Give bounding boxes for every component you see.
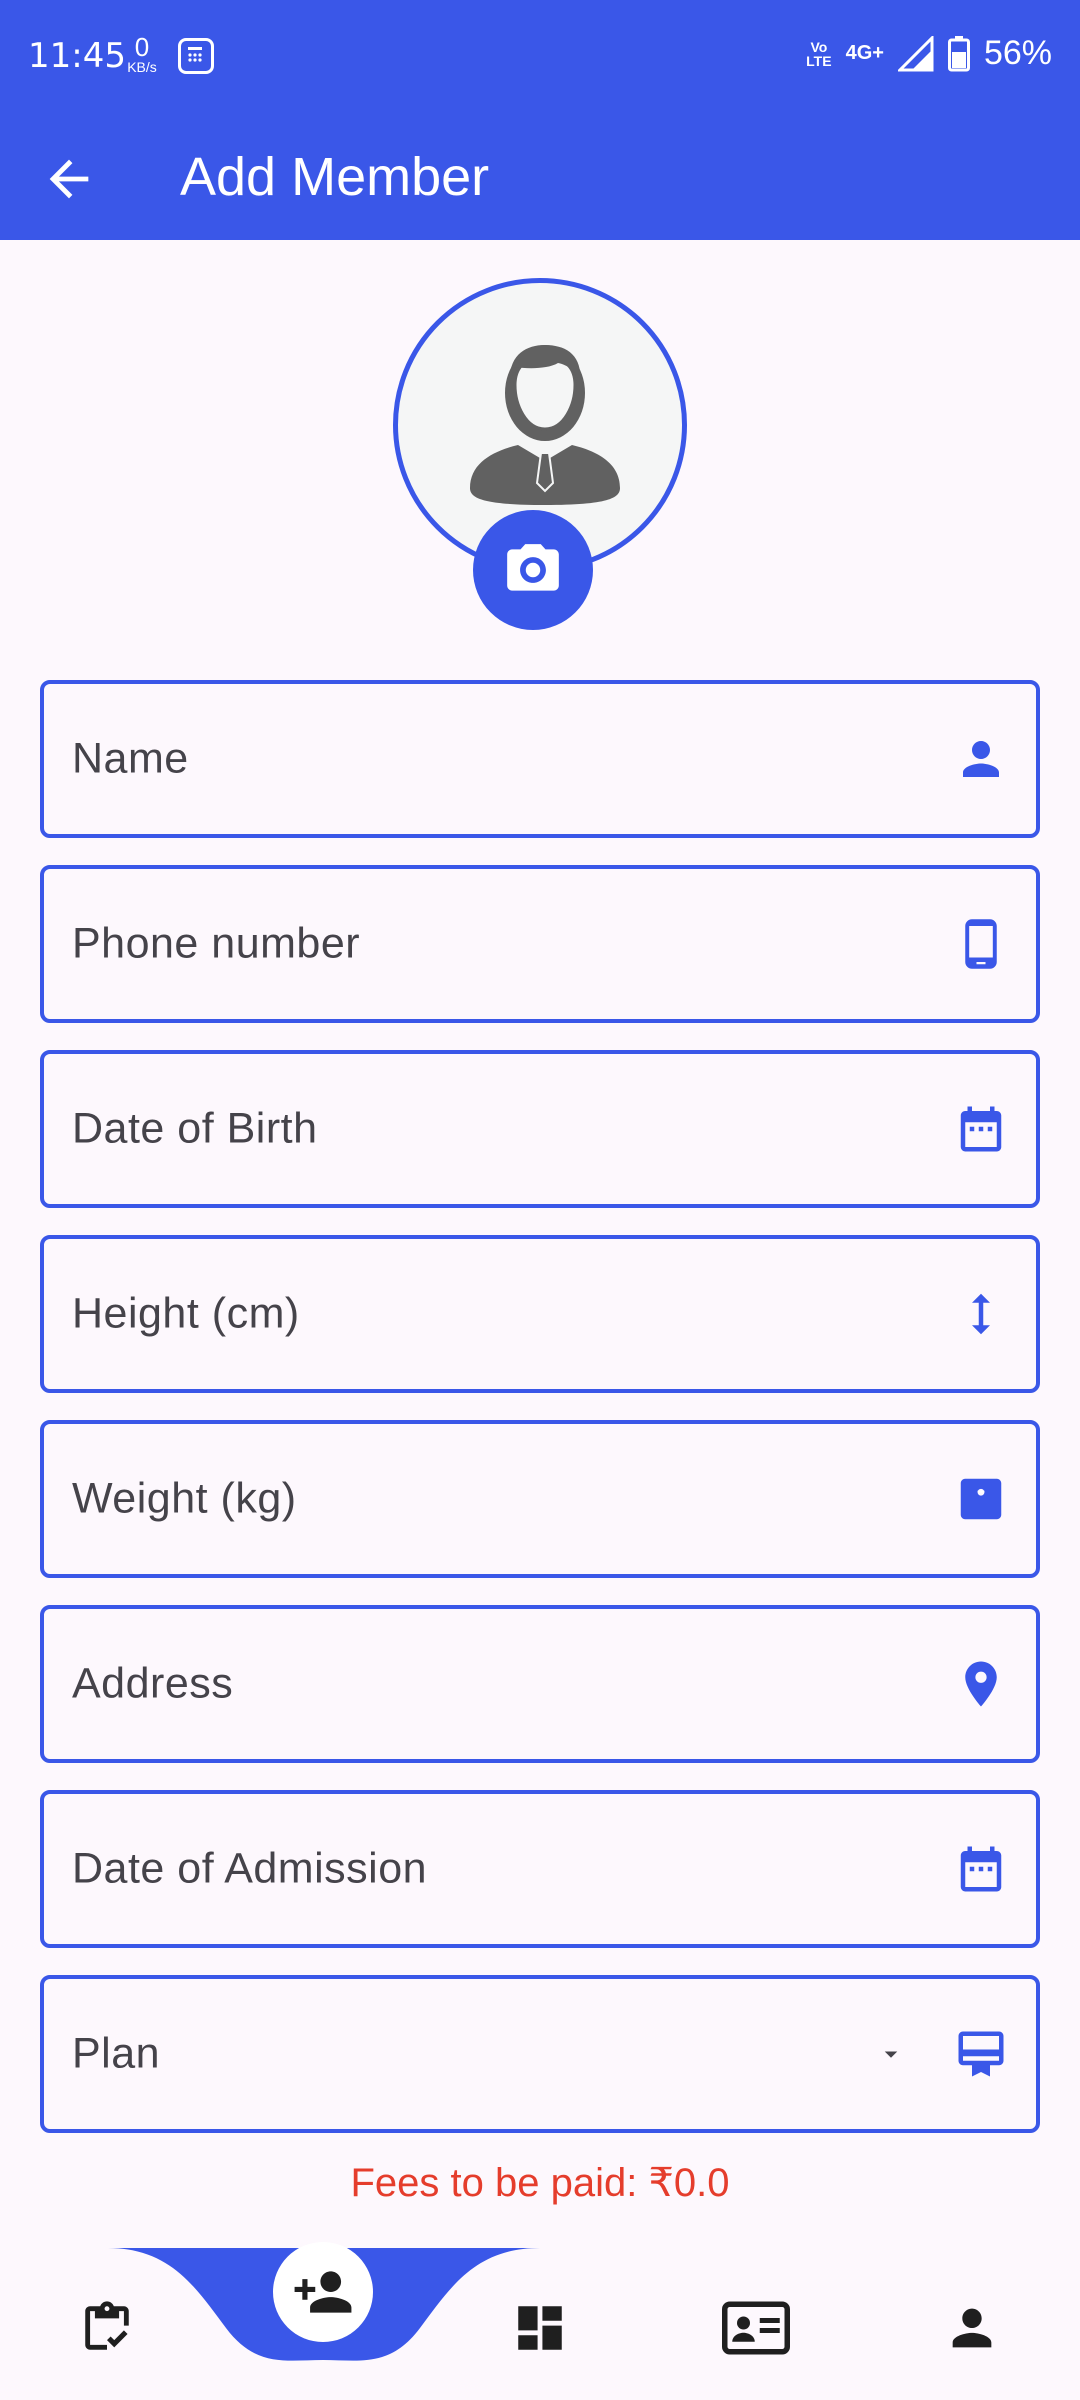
height-icon bbox=[972, 1293, 990, 1335]
person-icon bbox=[952, 2308, 992, 2348]
weight-field[interactable]: Weight (kg) bbox=[40, 1420, 1040, 1578]
fees-to-be-paid: Fees to be paid: ₹0.0 bbox=[350, 2161, 730, 2205]
weight-label: Weight (kg) bbox=[72, 1474, 297, 1523]
phone-number-field[interactable]: Phone number bbox=[40, 865, 1040, 1023]
plan-label: Plan bbox=[72, 2029, 161, 2078]
id-card-icon bbox=[722, 2301, 790, 2355]
person-add-icon bbox=[294, 2271, 352, 2313]
status-bar: 11:45 0 KB/s Vo LTE 4G+ 56% bbox=[0, 0, 1080, 118]
bottom-navigation bbox=[0, 2242, 1080, 2400]
date-of-birth-label: Date of Birth bbox=[72, 1104, 318, 1153]
nav-add-member[interactable] bbox=[273, 2242, 373, 2342]
clipboard-check-icon bbox=[85, 2301, 129, 2350]
volte-icon: Vo LTE bbox=[806, 40, 831, 68]
net-speed-unit: KB/s bbox=[127, 59, 157, 75]
date-of-birth-field[interactable]: Date of Birth bbox=[40, 1050, 1040, 1208]
status-time: 11:45 bbox=[28, 36, 126, 76]
date-of-admission-label: Date of Admission bbox=[72, 1844, 428, 1893]
change-photo-button[interactable] bbox=[473, 510, 593, 630]
location-icon bbox=[965, 1661, 997, 1707]
calendar-icon bbox=[960, 1846, 1002, 1892]
battery-percent: 56% bbox=[983, 34, 1052, 72]
plan-dropdown[interactable]: Plan bbox=[40, 1975, 1040, 2133]
name-label: Name bbox=[72, 734, 189, 783]
dashboard-icon bbox=[518, 2306, 562, 2350]
height-label: Height (cm) bbox=[72, 1289, 300, 1338]
network-type: 4G+ bbox=[845, 42, 884, 64]
date-of-admission-field[interactable]: Date of Admission bbox=[40, 1790, 1040, 1948]
nav-profile[interactable] bbox=[932, 2288, 1012, 2368]
card-membership-icon bbox=[958, 2031, 1004, 2077]
address-field[interactable]: Address bbox=[40, 1605, 1040, 1763]
dropdown-arrow-icon bbox=[884, 2051, 898, 2058]
page-title: Add Member bbox=[180, 147, 490, 207]
address-label: Address bbox=[72, 1659, 234, 1708]
signal-icon bbox=[897, 35, 934, 71]
nav-dashboard[interactable] bbox=[500, 2288, 580, 2368]
arrow-back-icon[interactable] bbox=[40, 150, 98, 208]
app-bar: Add Member bbox=[0, 118, 1080, 240]
nav-attendance[interactable] bbox=[67, 2288, 147, 2368]
nav-members[interactable] bbox=[716, 2288, 796, 2368]
phone-icon bbox=[965, 919, 997, 969]
person-icon bbox=[963, 741, 999, 777]
status-right-icons: Vo LTE 4G+ 56% bbox=[806, 34, 1052, 73]
name-field[interactable]: Name bbox=[40, 680, 1040, 838]
scale-icon bbox=[960, 1478, 1002, 1520]
net-speed: 0 KB/s bbox=[120, 34, 164, 74]
calendar-icon bbox=[960, 1106, 1002, 1152]
camera-icon bbox=[507, 544, 559, 591]
battery-icon bbox=[947, 35, 970, 71]
calculator-notification-icon bbox=[178, 38, 214, 74]
phone-number-label: Phone number bbox=[72, 919, 361, 968]
height-field[interactable]: Height (cm) bbox=[40, 1235, 1040, 1393]
net-speed-value: 0 bbox=[134, 32, 150, 62]
volte-bottom: LTE bbox=[806, 52, 832, 69]
